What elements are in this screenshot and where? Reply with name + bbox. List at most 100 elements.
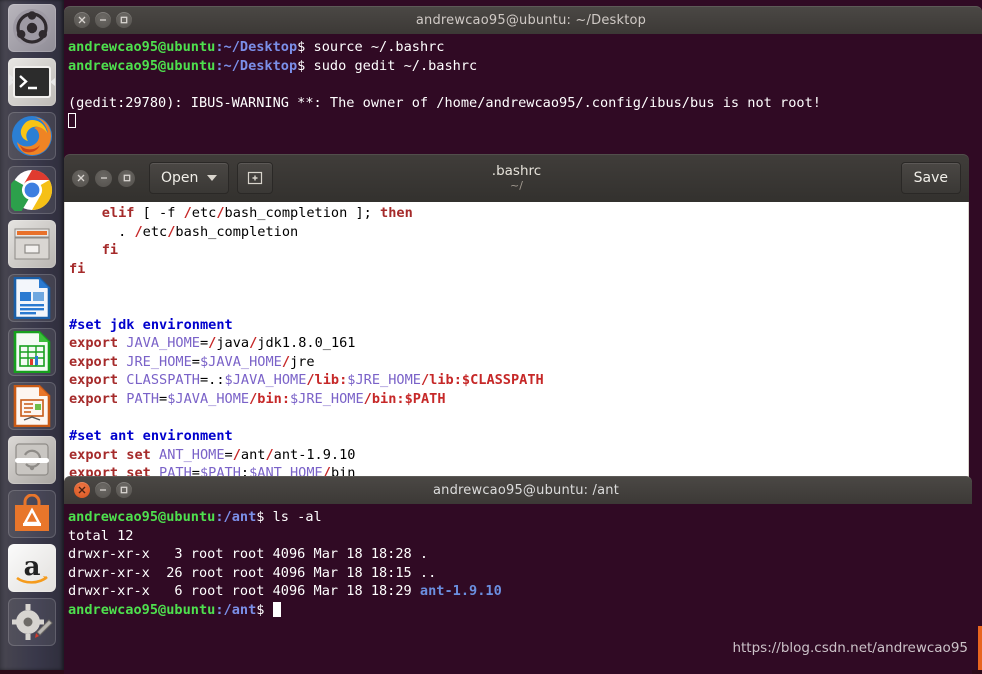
editor-token: / <box>265 446 274 463</box>
ubuntu-software-icon[interactable] <box>8 490 56 538</box>
terminal-text: :/ant <box>215 509 257 525</box>
terminal-text: ls -al <box>272 509 322 525</box>
maximize-icon[interactable] <box>118 169 135 187</box>
editor-token: ]; <box>355 205 381 221</box>
prompt-symbol: $ <box>297 57 314 74</box>
files-icon[interactable] <box>8 220 56 268</box>
terminal-line: total 12 <box>68 527 972 546</box>
editor-line: fi <box>69 241 968 260</box>
terminal-text: andrewcao95@ubuntu <box>68 601 216 618</box>
editor-token: JRE_HOME <box>126 353 192 370</box>
terminal-text: $ <box>256 509 273 525</box>
gedit-text-editor[interactable]: elif [ -f /etc/bash_completion ]; then .… <box>64 202 969 481</box>
terminal-text: drwxr-xr-x 26 root root 4096 Mar 18 18:1… <box>68 564 420 581</box>
editor-token: / <box>232 446 241 463</box>
minimize-icon[interactable] <box>95 169 112 187</box>
terminal-cursor <box>68 113 76 129</box>
active-app-pip <box>50 78 55 86</box>
libreoffice-writer-icon[interactable] <box>8 274 56 322</box>
terminal-text: drwxr-xr-x 3 root root 4096 Mar 18 18:28 <box>68 546 420 563</box>
screen-edge-accent <box>978 626 982 670</box>
editor-token: #set ant environment <box>69 428 233 445</box>
editor-token: = <box>191 353 200 370</box>
editor-token: $JAVA_HOME <box>224 372 307 389</box>
prompt-user: andrewcao95@ubuntu <box>68 39 216 55</box>
chrome-icon[interactable] <box>8 166 56 214</box>
new-tab-button[interactable] <box>237 162 274 194</box>
editor-token: ant-1.9.10 <box>273 446 356 463</box>
prompt-path: :~/Desktop <box>215 57 298 74</box>
editor-token: $JAVA_HOME <box>199 353 282 370</box>
terminal-line: andrewcao95@ubuntu:/ant$ ls -al <box>68 508 972 527</box>
editor-token: ANT_HOME <box>159 446 225 463</box>
terminal-text: :/ant <box>215 601 257 618</box>
terminal-output[interactable]: andrewcao95@ubuntu:~/Desktop$ source ~/.… <box>64 34 982 163</box>
editor-token: export <box>69 353 127 370</box>
terminal-window-desktop[interactable]: andrewcao95@ubuntu: ~/Desktop andrewcao9… <box>64 6 982 163</box>
editor-line: . /etc/bash_completion <box>69 223 968 242</box>
close-icon[interactable] <box>72 169 89 187</box>
editor-token: etc <box>142 223 168 240</box>
software-updater-icon[interactable] <box>8 436 56 484</box>
editor-token: /lib: <box>306 372 348 389</box>
editor-line: export set ANT_HOME=/ant/ant-1.9.10 <box>69 446 968 465</box>
terminal-line: andrewcao95@ubuntu:/ant$ <box>68 601 972 620</box>
editor-token: export set <box>69 446 160 463</box>
amazon-icon[interactable]: a <box>8 544 56 592</box>
ls-row: drwxr-xr-x 6 root root 4096 Mar 18 18:29… <box>68 582 972 601</box>
new-tab-icon <box>248 171 263 185</box>
terminal-warning-text: (gedit:29780): IBUS-WARNING **: The owne… <box>68 94 821 111</box>
editor-token: fi <box>69 260 86 277</box>
terminal-icon[interactable] <box>8 58 56 106</box>
editor-token: bash_completion <box>224 205 356 221</box>
editor-token: java <box>216 335 250 352</box>
editor-token: /bin: <box>363 390 405 407</box>
editor-line: #set ant environment <box>69 427 968 446</box>
editor-token: /lib: <box>420 372 462 389</box>
window-indicator-pip <box>9 78 14 86</box>
terminal-text: $ <box>256 601 273 618</box>
terminal-text: ant-1.9.10 <box>419 583 502 600</box>
gedit-headerbar[interactable]: Open .bashrc ~/ Save <box>64 154 969 202</box>
terminal-text: . <box>419 546 429 563</box>
editor-token: export <box>69 390 127 407</box>
libreoffice-impress-icon[interactable] <box>8 382 56 430</box>
editor-token: $PATH <box>404 390 446 407</box>
ubuntu-dash-icon[interactable] <box>8 4 56 52</box>
libreoffice-calc-icon[interactable] <box>8 328 56 376</box>
editor-token: $CLASSPATH <box>461 372 544 389</box>
svg-text:a: a <box>24 552 41 582</box>
unity-launcher[interactable]: a <box>0 0 64 670</box>
terminal-text: .. <box>419 564 437 581</box>
editor-line: export CLASSPATH=.:$JAVA_HOME/lib:$JRE_H… <box>69 371 968 390</box>
terminal-text: total 12 <box>68 527 134 544</box>
editor-token: then <box>380 205 413 221</box>
ls-row: drwxr-xr-x 26 root root 4096 Mar 18 18:1… <box>68 564 972 583</box>
titlebar[interactable]: andrewcao95@ubuntu: /ant <box>64 476 972 504</box>
editor-line: elif [ -f /etc/bash_completion ]; then <box>69 204 968 223</box>
chevron-down-icon <box>207 175 218 181</box>
save-button[interactable]: Save <box>900 162 961 194</box>
editor-token: JAVA_HOME <box>126 335 200 352</box>
editor-token: = <box>159 390 168 407</box>
editor-token: jdk1.8.0_161 <box>257 335 356 352</box>
editor-line: export PATH=$JAVA_HOME/bin:$JRE_HOME/bin… <box>69 390 968 409</box>
titlebar[interactable]: andrewcao95@ubuntu: ~/Desktop <box>64 6 982 34</box>
editor-token: jre <box>290 353 315 370</box>
system-settings-icon[interactable] <box>8 598 56 646</box>
editor-token: ant <box>240 446 266 463</box>
open-button-label: Open <box>161 170 199 186</box>
editor-token: PATH <box>126 390 160 407</box>
editor-token: export <box>69 335 127 352</box>
editor-token: CLASSPATH <box>126 372 200 389</box>
editor-token: /bin: <box>249 390 290 407</box>
open-button[interactable]: Open <box>149 162 230 194</box>
terminal-text: andrewcao95@ubuntu <box>68 509 216 525</box>
firefox-icon[interactable] <box>8 112 56 160</box>
terminal-text: drwxr-xr-x 6 root root 4096 Mar 18 18:29 <box>68 583 420 600</box>
editor-token: = <box>199 335 209 352</box>
editor-token: fi <box>101 242 119 259</box>
gedit-window[interactable]: Open .bashrc ~/ Save elif [ -f /etc/bash… <box>64 154 969 481</box>
